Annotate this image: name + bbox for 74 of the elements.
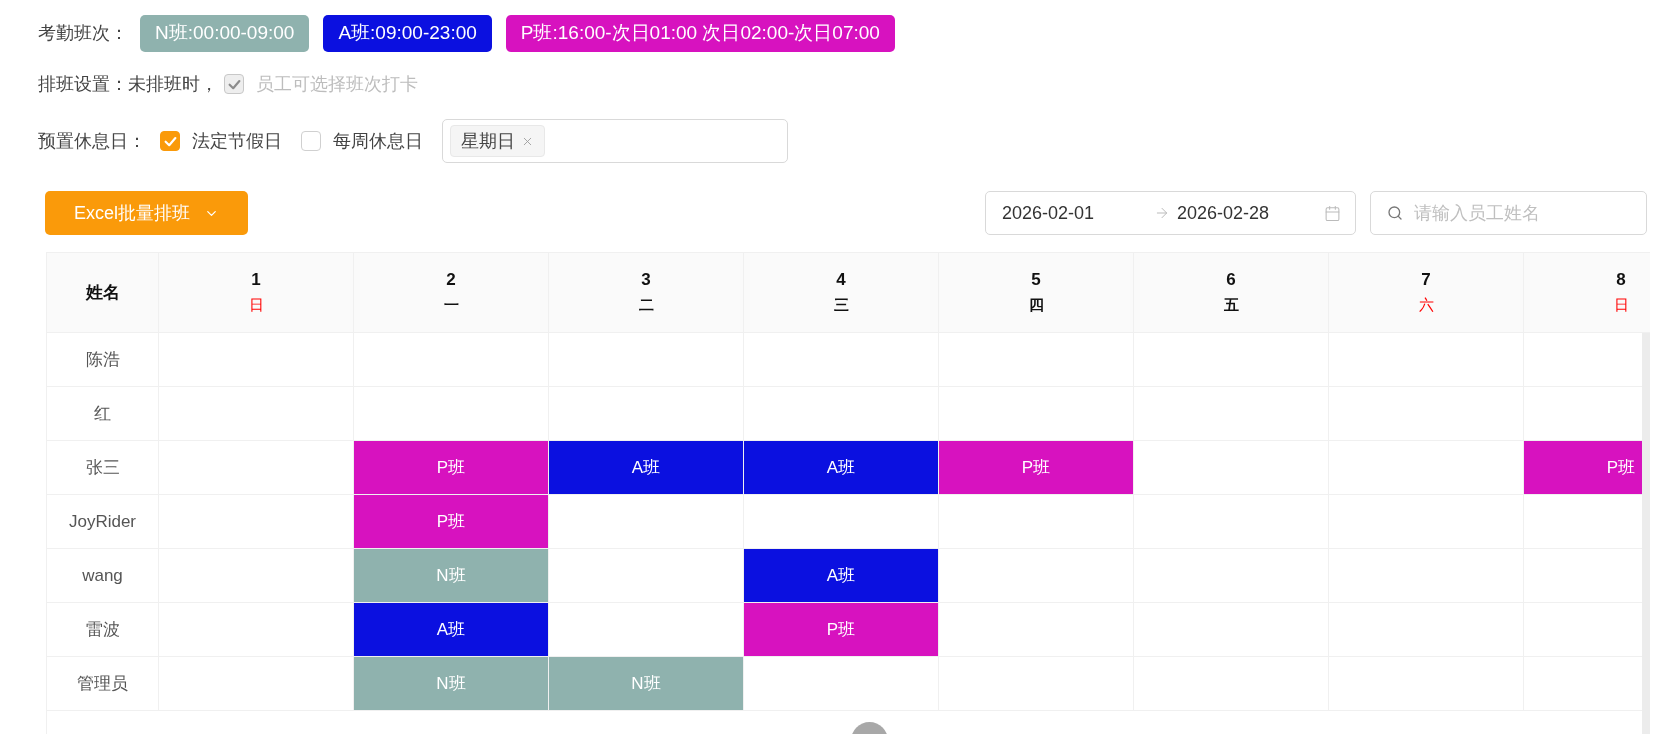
schedule-cell[interactable] bbox=[159, 549, 354, 603]
day-number: 1 bbox=[251, 269, 261, 290]
schedule-cell[interactable] bbox=[939, 387, 1134, 441]
shift-cell[interactable]: A班 bbox=[354, 603, 549, 657]
shift-cell[interactable]: P班 bbox=[1524, 441, 1642, 495]
start-date[interactable]: 2026-02-01 bbox=[1002, 199, 1154, 227]
schedule-cell[interactable] bbox=[1134, 387, 1329, 441]
shift-cell[interactable]: P班 bbox=[354, 495, 549, 549]
schedule-cell[interactable] bbox=[549, 387, 744, 441]
day-number: 7 bbox=[1421, 269, 1431, 290]
schedule-cell[interactable] bbox=[744, 387, 939, 441]
weekday-label: 三 bbox=[833, 295, 849, 314]
arrow-icon bbox=[1154, 205, 1170, 221]
field-label: 考勤班次： bbox=[38, 22, 128, 45]
shift-tag: P班:16:00-次日01:00 次日02:00-次日07:00 bbox=[505, 15, 895, 52]
weekday-label: 日 bbox=[1613, 295, 1629, 314]
schedule-cell[interactable] bbox=[1329, 495, 1524, 549]
day-number: 4 bbox=[836, 269, 846, 290]
shift-cell[interactable]: P班 bbox=[744, 603, 939, 657]
checkbox-label[interactable]: 每周休息日 bbox=[333, 127, 423, 155]
date-range-picker[interactable]: 2026-02-01 2026-02-28 bbox=[985, 191, 1356, 235]
field-label: 排班设置： bbox=[38, 72, 128, 96]
schedule-cell[interactable] bbox=[939, 495, 1134, 549]
day-number: 2 bbox=[446, 269, 456, 290]
weekday-select[interactable]: 星期日 bbox=[442, 119, 788, 163]
weekday-label: 六 bbox=[1418, 295, 1434, 314]
checkbox[interactable] bbox=[160, 131, 180, 151]
schedule-cell[interactable] bbox=[939, 657, 1134, 711]
weekday-label: 日 bbox=[248, 295, 264, 314]
schedule-cell[interactable] bbox=[549, 549, 744, 603]
schedule-cell[interactable] bbox=[939, 603, 1134, 657]
shift-cell[interactable]: P班 bbox=[354, 441, 549, 495]
schedule-cell[interactable] bbox=[159, 441, 354, 495]
search-icon bbox=[1387, 205, 1403, 221]
day-number: 8 bbox=[1616, 269, 1626, 290]
shift-tag: N班:00:00-09:00 bbox=[140, 15, 310, 52]
shift-cell[interactable]: P班 bbox=[939, 441, 1134, 495]
schedule-cell[interactable] bbox=[744, 657, 939, 711]
schedule-cell[interactable] bbox=[744, 495, 939, 549]
tag-text: 星期日 bbox=[461, 129, 515, 153]
day-number: 6 bbox=[1226, 269, 1236, 290]
shift-tag: A班:09:00-23:00 bbox=[323, 15, 492, 52]
field-label: 预置休息日： bbox=[38, 129, 146, 153]
schedule-cell[interactable] bbox=[1329, 441, 1524, 495]
schedule-cell[interactable] bbox=[354, 387, 549, 441]
schedule-cell[interactable] bbox=[939, 549, 1134, 603]
end-date[interactable]: 2026-02-28 bbox=[1177, 199, 1324, 227]
calendar-icon[interactable] bbox=[1324, 204, 1341, 222]
check-icon bbox=[163, 134, 177, 148]
weekday-label: 二 bbox=[638, 295, 654, 314]
check-icon bbox=[227, 77, 241, 91]
day-number: 5 bbox=[1031, 269, 1041, 290]
day-number: 3 bbox=[641, 269, 651, 290]
scrollbar[interactable] bbox=[1642, 333, 1650, 734]
checkbox[interactable] bbox=[301, 131, 321, 151]
schedule-cell[interactable] bbox=[549, 603, 744, 657]
schedule-cell[interactable] bbox=[1134, 441, 1329, 495]
weekday-label: 一 bbox=[443, 295, 459, 314]
weekday-label: 五 bbox=[1223, 295, 1239, 314]
schedule-cell[interactable] bbox=[1329, 387, 1524, 441]
schedule-cell[interactable] bbox=[1134, 495, 1329, 549]
shift-cell[interactable]: A班 bbox=[549, 441, 744, 495]
checkbox-label[interactable]: 法定节假日 bbox=[192, 127, 282, 155]
column-header: 姓名 bbox=[47, 253, 159, 333]
schedule-cell[interactable] bbox=[159, 387, 354, 441]
search-field[interactable]: 请输入员工姓名 bbox=[1370, 191, 1647, 235]
schedule-cell[interactable] bbox=[549, 495, 744, 549]
shift-cell[interactable]: A班 bbox=[744, 441, 939, 495]
schedule-cell[interactable] bbox=[159, 657, 354, 711]
schedule-cell[interactable] bbox=[159, 495, 354, 549]
shift-cell[interactable]: A班 bbox=[744, 549, 939, 603]
setting-text: 未排班时， bbox=[128, 72, 218, 96]
schedule-cell[interactable] bbox=[159, 603, 354, 657]
weekday-label: 四 bbox=[1028, 295, 1044, 314]
